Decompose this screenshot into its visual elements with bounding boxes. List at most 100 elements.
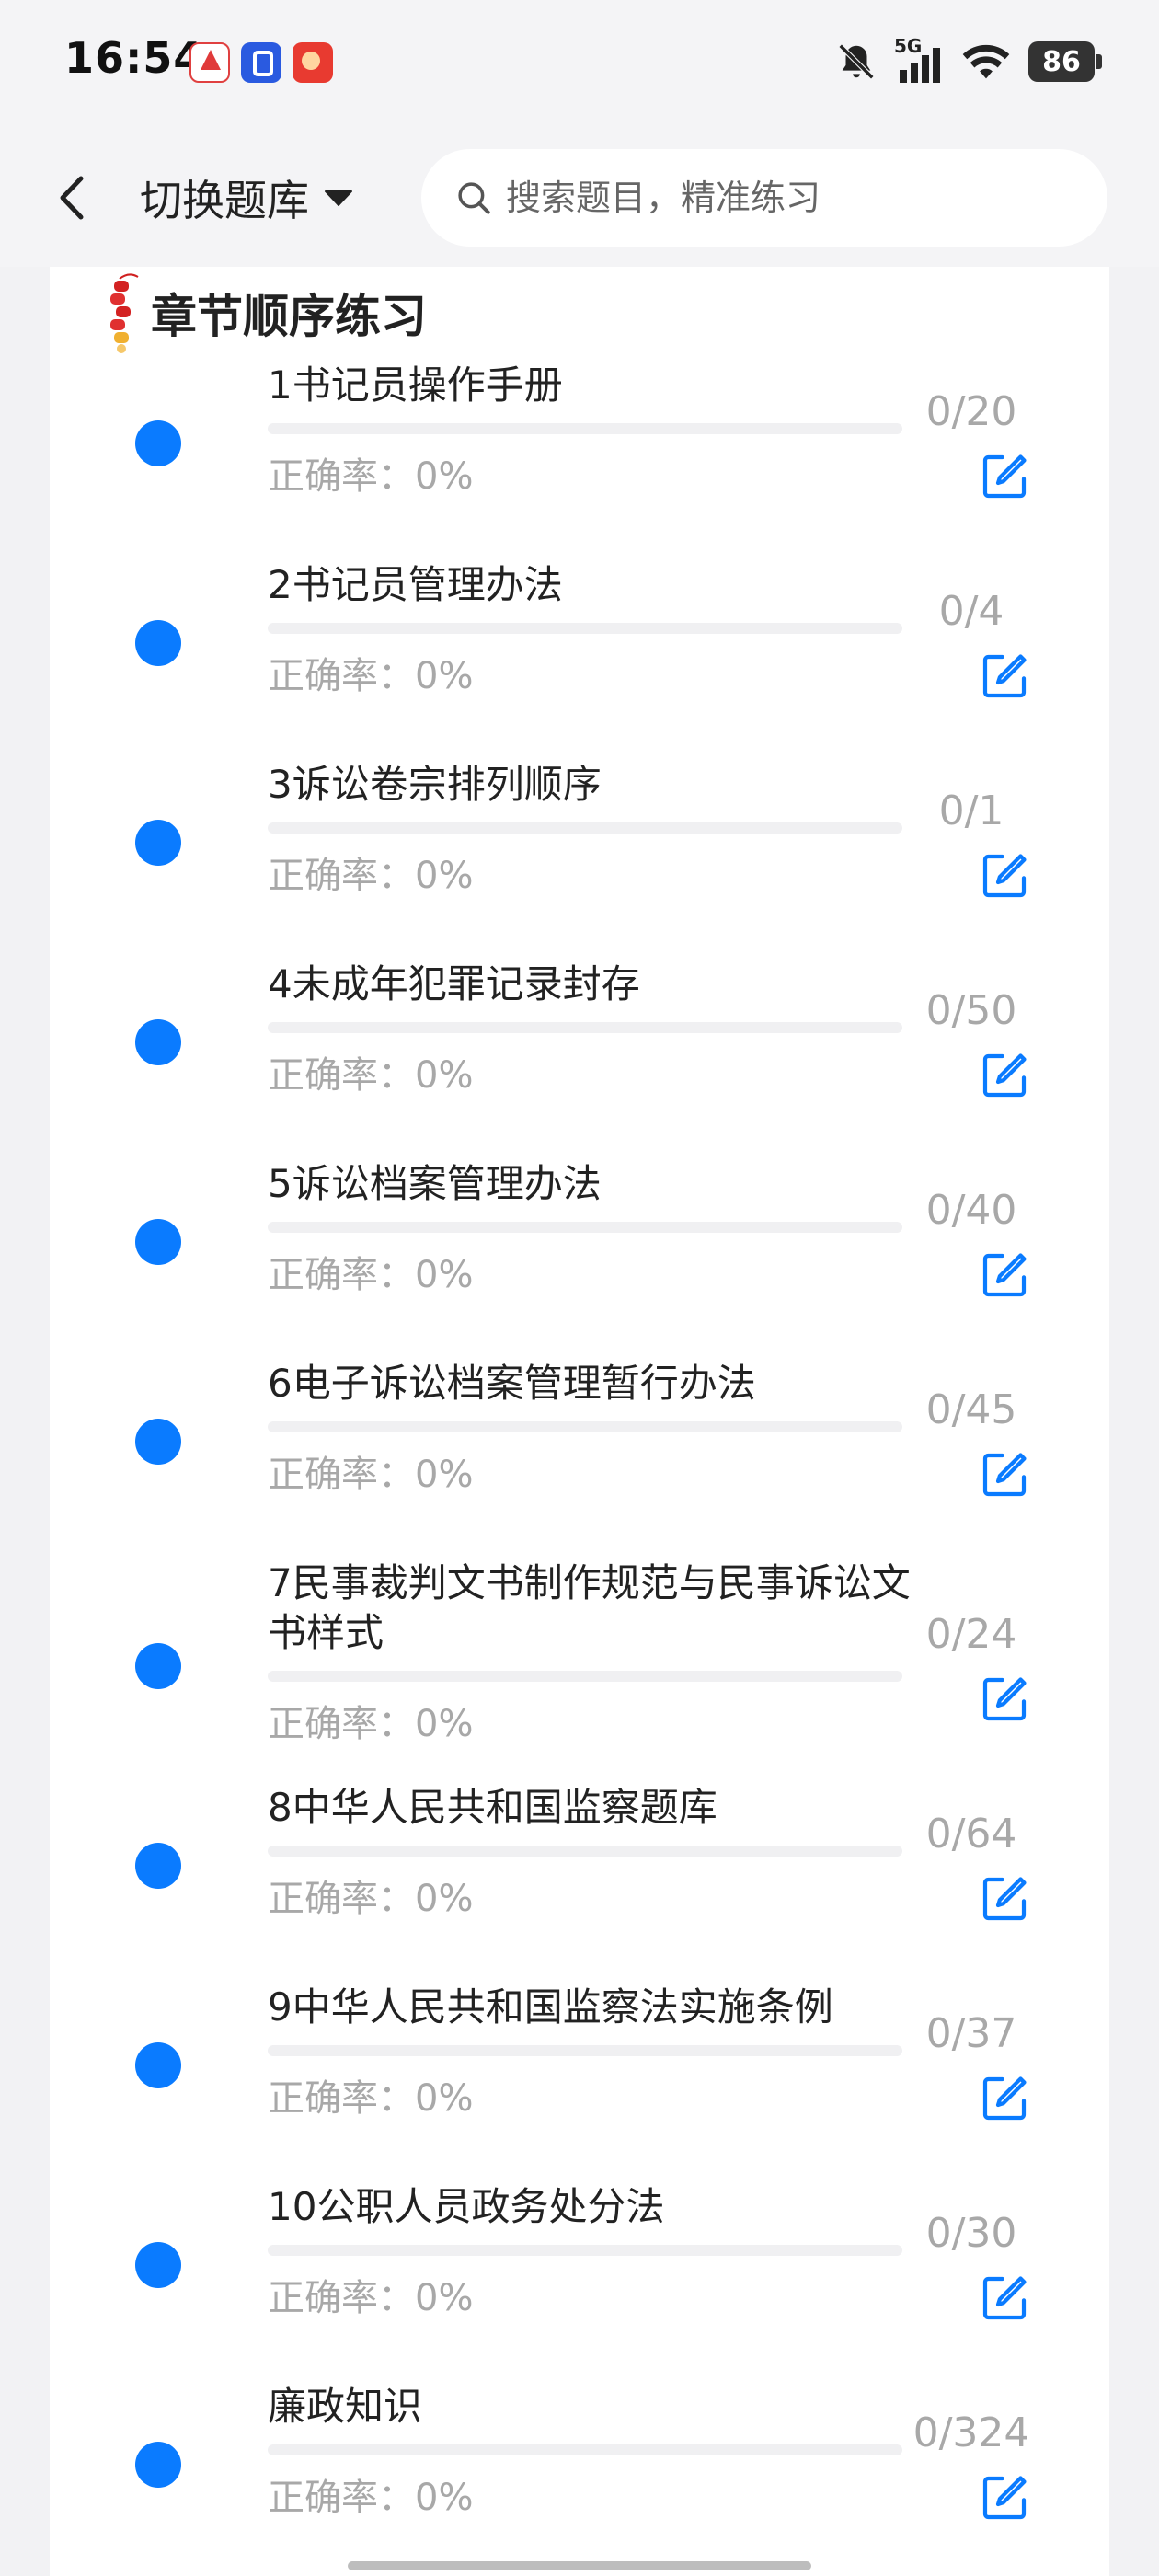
chapter-status-dot: [135, 1019, 181, 1065]
chapter-progress-bar: [268, 1846, 902, 1857]
edit-practice-icon[interactable]: [979, 451, 1030, 502]
back-button[interactable]: [48, 166, 103, 230]
chapter-progress-bar: [268, 2045, 902, 2056]
caret-down-icon: [325, 190, 352, 206]
app-notification-icon-1: [189, 42, 230, 83]
chapter-progress-bar: [268, 423, 902, 434]
chapter-progress-bar: [268, 2245, 902, 2256]
chapter-status-dot: [135, 820, 181, 866]
chapter-practice-card: 章节顺序练习 1书记员操作手册 正确率：0% 0/20 2书记员管理办法 正确率：0% 0…: [50, 267, 1109, 2576]
edit-practice-icon[interactable]: [979, 1249, 1030, 1301]
chapter-item[interactable]: 6电子诉讼档案管理暂行办法 正确率：0% 0/45: [50, 1361, 1109, 1563]
chevron-left-icon: [60, 176, 84, 220]
edit-practice-icon[interactable]: [979, 850, 1030, 902]
chapter-item[interactable]: 7民事裁判文书制作规范与民事诉讼文书样式正确率：0% 0/24: [50, 1560, 1109, 1788]
chapter-accuracy: 正确率：0%: [268, 855, 474, 897]
chapter-status-dot: [135, 420, 181, 466]
chapter-title: 2书记员管理办法: [268, 562, 563, 607]
chapter-accuracy: 正确率：0%: [268, 2077, 474, 2120]
chapter-accuracy: 正确率：0%: [268, 2277, 474, 2319]
chapter-progress-bar: [268, 1671, 902, 1682]
search-input[interactable]: [506, 178, 1076, 218]
battery-level: 86: [1042, 45, 1081, 78]
status-indicators: 5G 86: [835, 35, 1102, 86]
chapter-item[interactable]: 1书记员操作手册 正确率：0% 0/20: [50, 362, 1109, 565]
chapter-question-count: 0/324: [912, 2409, 1030, 2456]
chapter-progress-bar: [268, 1022, 902, 1033]
chapter-item[interactable]: 2书记员管理办法 正确率：0% 0/4: [50, 562, 1109, 765]
chapter-question-count: 0/1: [938, 788, 1004, 834]
chapter-progress-bar: [268, 623, 902, 634]
chapter-status-dot: [135, 2242, 181, 2288]
chapter-item[interactable]: 4未成年犯罪记录封存 正确率：0% 0/50: [50, 961, 1109, 1164]
status-time: 16:54: [64, 33, 204, 83]
network-type: 5G: [894, 35, 923, 57]
chapter-accuracy: 正确率：0%: [268, 1878, 474, 1920]
edit-practice-icon[interactable]: [979, 650, 1030, 702]
section-header: 章节顺序练习: [101, 267, 427, 359]
chapter-status-dot: [135, 2042, 181, 2088]
chapter-accuracy: 正确率：0%: [268, 1054, 474, 1097]
chapter-accuracy: 正确率：0%: [268, 655, 474, 697]
section-title: 章节顺序练习: [151, 290, 427, 343]
wifi-icon: [962, 44, 1010, 79]
chapter-title: 廉政知识: [268, 2384, 423, 2429]
chapter-title: 1书记员操作手册: [268, 362, 563, 408]
chapter-question-count: 0/30: [925, 2210, 1017, 2257]
chapter-status-dot: [135, 2442, 181, 2488]
chapter-item[interactable]: 5诉讼档案管理办法 正确率：0% 0/40: [50, 1161, 1109, 1363]
chapter-title: 7民事裁判文书制作规范与民事诉讼文书样式: [268, 1560, 911, 1655]
chapter-accuracy: 正确率：0%: [268, 1254, 474, 1296]
chapter-title: 3诉讼卷宗排列顺序: [268, 762, 602, 807]
status-bar: 16:54 5G 86: [0, 0, 1159, 129]
switch-question-bank-button[interactable]: 切换题库: [140, 166, 353, 230]
switch-question-bank-label: 切换题库: [140, 176, 309, 225]
chapter-question-count: 0/37: [925, 2010, 1017, 2057]
chapter-item[interactable]: 廉政知识正确率：0% 0/324: [50, 2384, 1109, 2576]
chapter-accuracy: 正确率：0%: [268, 2477, 474, 2519]
chapter-question-count: 0/64: [925, 1811, 1017, 1857]
chapter-question-count: 0/50: [925, 987, 1017, 1034]
chapter-accuracy: 正确率：0%: [268, 1454, 474, 1496]
chapter-item[interactable]: 8中华人民共和国监察题库 正确率：0% 0/64: [50, 1785, 1109, 1987]
chapter-title: 6电子诉讼档案管理暂行办法: [268, 1361, 756, 1406]
chapter-question-count: 0/40: [925, 1187, 1017, 1234]
chapter-question-count: 0/24: [925, 1611, 1017, 1658]
chapter-progress-bar: [268, 1421, 902, 1432]
chapter-progress-bar: [268, 2444, 902, 2455]
chapter-accuracy: 正确率：0%: [268, 1703, 474, 1745]
mute-bell-icon: [838, 43, 875, 80]
chapter-title: 9中华人民共和国监察法实施条例: [268, 1984, 833, 2030]
chapter-title: 5诉讼档案管理办法: [268, 1161, 602, 1206]
battery-icon: 86: [1028, 41, 1102, 82]
chapter-status-dot: [135, 1419, 181, 1465]
edit-practice-icon[interactable]: [979, 1449, 1030, 1501]
chapter-item[interactable]: 10公职人员政务处分法 正确率：0% 0/30: [50, 2184, 1109, 2386]
edit-practice-icon[interactable]: [979, 1873, 1030, 1925]
chapter-status-dot: [135, 1843, 181, 1889]
chapter-question-count: 0/4: [938, 588, 1004, 635]
chapter-item[interactable]: 9中华人民共和国监察法实施条例 正确率：0% 0/37: [50, 1984, 1109, 2187]
edit-practice-icon[interactable]: [979, 2272, 1030, 2324]
search-bar[interactable]: [421, 149, 1107, 247]
chapter-question-count: 0/20: [925, 388, 1017, 435]
chapter-accuracy: 正确率：0%: [268, 455, 474, 498]
chapter-progress-bar: [268, 1222, 902, 1233]
app-notification-icon-3: [293, 42, 333, 83]
edit-practice-icon[interactable]: [979, 1050, 1030, 1101]
edit-practice-icon[interactable]: [979, 1673, 1030, 1725]
app-notification-icon-2: [241, 42, 281, 83]
home-indicator[interactable]: [348, 2561, 811, 2570]
chapter-status-dot: [135, 1219, 181, 1265]
edit-practice-icon[interactable]: [979, 2472, 1030, 2524]
signal-icon: 5G: [894, 35, 944, 83]
chapter-progress-bar: [268, 822, 902, 834]
chapter-title: 8中华人民共和国监察题库: [268, 1785, 717, 1830]
chapter-title: 10公职人员政务处分法: [268, 2184, 665, 2229]
header-bar: 切换题库: [0, 129, 1159, 267]
chapter-title: 4未成年犯罪记录封存: [268, 961, 640, 1006]
chapter-status-dot: [135, 620, 181, 666]
chapter-item[interactable]: 3诉讼卷宗排列顺序 正确率：0% 0/1: [50, 762, 1109, 964]
edit-practice-icon[interactable]: [979, 2073, 1030, 2124]
search-icon: [458, 182, 490, 214]
